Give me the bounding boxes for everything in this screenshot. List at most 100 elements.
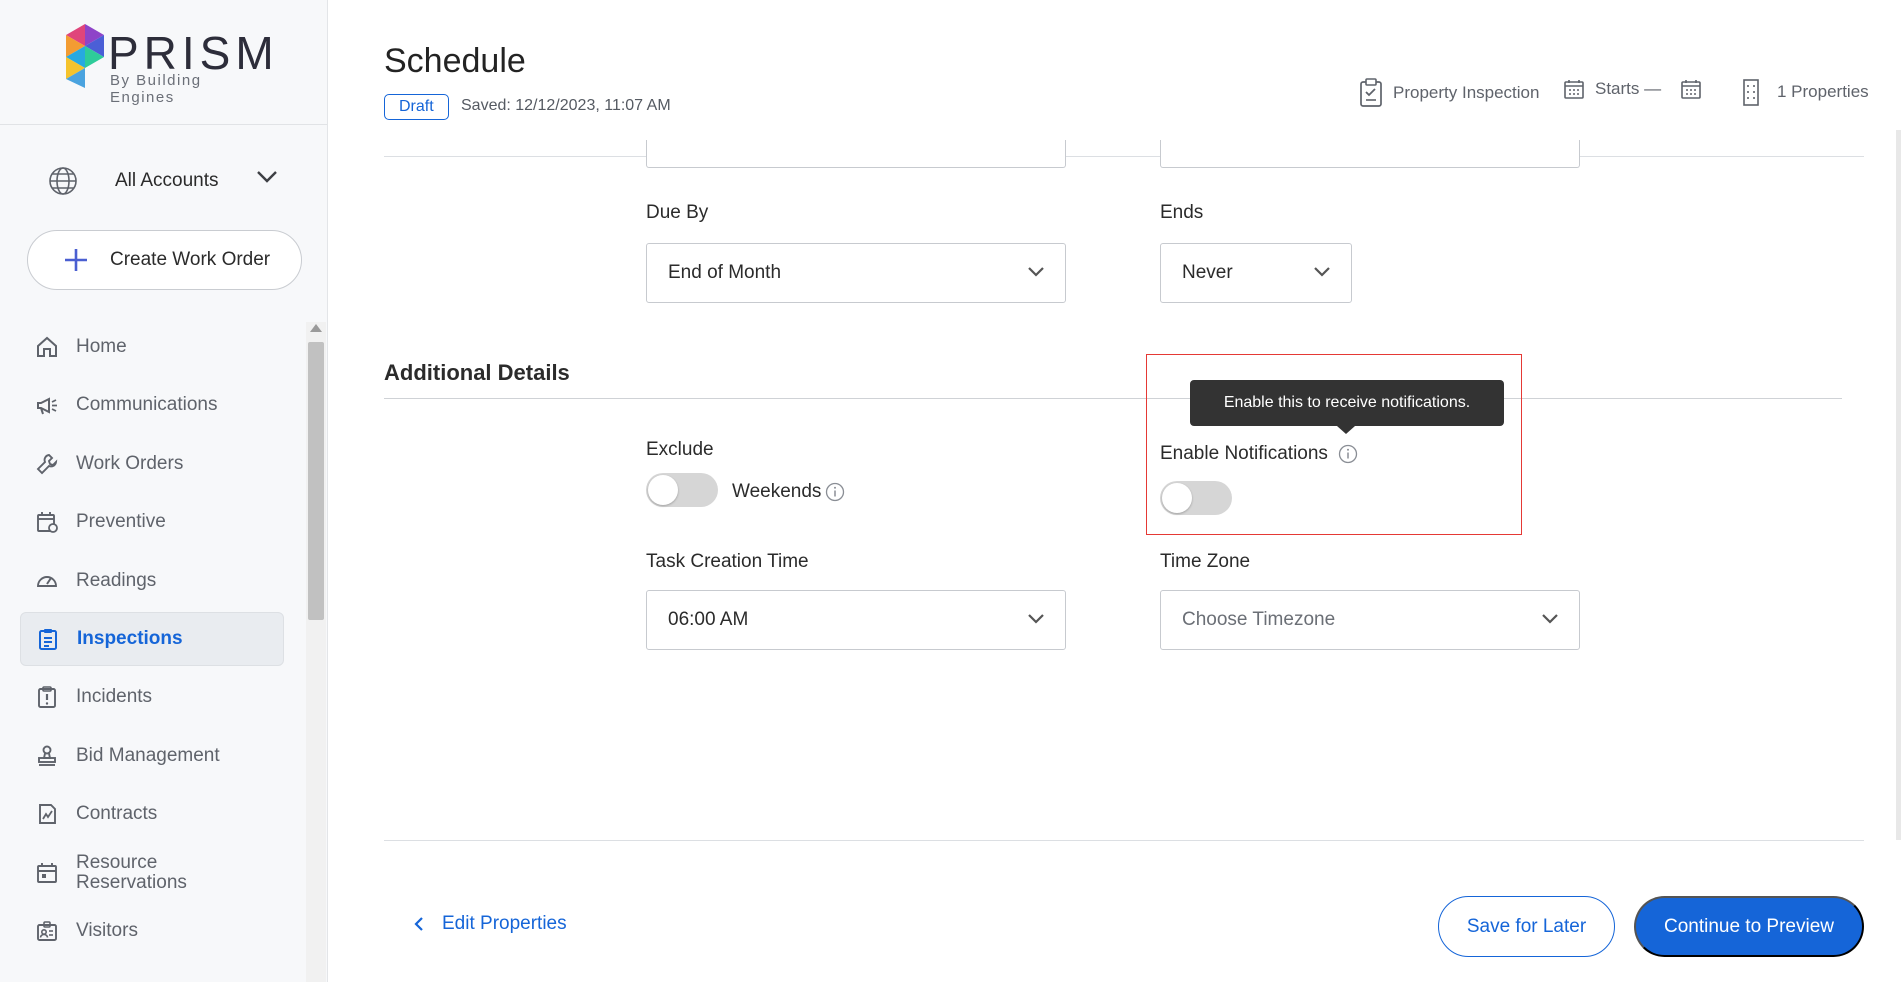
clipboard-icon	[35, 626, 61, 652]
enable-notifications-label: Enable Notifications	[1160, 443, 1328, 464]
sidebar-item-preventive[interactable]: Preventive	[20, 495, 284, 549]
saved-timestamp: Saved: 12/12/2023, 11:07 AM	[461, 97, 671, 114]
account-selector[interactable]: All Accounts	[48, 160, 288, 202]
time-zone-label: Time Zone	[1160, 551, 1251, 572]
meta-ends	[1680, 78, 1712, 100]
sidebar-item-readings[interactable]: Readings	[20, 554, 284, 608]
ends-select[interactable]: Never	[1160, 243, 1352, 303]
prism-logo-mark-icon	[66, 24, 104, 88]
brand-tagline: By Building Engines	[110, 72, 202, 106]
exclude-weekends-toggle[interactable]	[646, 473, 718, 507]
sidebar-item-bid-management[interactable]: Bid Management	[20, 729, 284, 783]
wrench-icon	[34, 451, 60, 477]
sidebar-item-label: Preventive	[76, 511, 166, 533]
sidebar-item-inspections[interactable]: Inspections	[20, 611, 284, 666]
inspection-type-text: Property Inspection	[1393, 83, 1540, 102]
starts-text: Starts —	[1595, 79, 1662, 98]
info-icon[interactable]	[825, 482, 845, 502]
chevron-left-icon	[414, 917, 423, 931]
time-zone-select[interactable]: Choose Timezone	[1160, 590, 1580, 650]
alert-clipboard-icon	[34, 684, 60, 710]
plus-icon	[65, 249, 87, 271]
chevron-down-icon	[257, 171, 277, 183]
sidebar-item-label: Communications	[76, 394, 218, 416]
section-divider	[384, 398, 1842, 399]
toggle-knob	[1162, 483, 1192, 513]
tooltip-arrow	[1337, 426, 1355, 434]
sidebar-item-work-orders[interactable]: Work Orders	[20, 437, 284, 491]
account-selector-label: All Accounts	[115, 170, 219, 191]
stamp-icon	[34, 743, 60, 769]
enable-notifications-toggle[interactable]	[1160, 481, 1232, 515]
sidebar-item-label: Incidents	[76, 686, 153, 708]
calendar-icon	[34, 860, 60, 886]
task-creation-time-value: 06:00 AM	[668, 609, 749, 630]
app-window: PRISM By Building Engines All Accounts C…	[0, 0, 1901, 982]
sidebar-nav: Home Communications Work Orders Preventi…	[20, 320, 284, 962]
status-badge: Draft	[384, 94, 449, 120]
meta-inspection-type: Property Inspection	[1359, 78, 1539, 108]
edit-properties-link[interactable]: Edit Properties	[414, 913, 567, 935]
notifications-tooltip: Enable this to receive notifications.	[1190, 380, 1504, 426]
task-creation-time-label: Task Creation Time	[646, 551, 809, 572]
page-title: Schedule	[384, 42, 526, 80]
sidebar-item-label: Work Orders	[76, 452, 184, 474]
sidebar-item-home[interactable]: Home	[20, 320, 284, 374]
scrolled-input-left[interactable]	[646, 140, 1066, 168]
weekends-label: Weekends	[732, 481, 822, 502]
sidebar-item-label: Resource Reservations	[76, 851, 187, 893]
main-content: Schedule Draft Saved: 12/12/2023, 11:07 …	[328, 0, 1901, 982]
sidebar-item-communications[interactable]: Communications	[20, 378, 284, 432]
sidebar-scrollbar[interactable]	[306, 322, 326, 982]
chevron-down-icon	[1028, 267, 1044, 277]
task-creation-time-select[interactable]: 06:00 AM	[646, 590, 1066, 650]
toggle-knob	[648, 475, 678, 505]
sidebar-item-incidents[interactable]: Incidents	[20, 670, 284, 724]
time-zone-placeholder: Choose Timezone	[1182, 609, 1336, 630]
sidebar-item-label: Readings	[76, 569, 157, 591]
sidebar-item-visitors[interactable]: Visitors	[20, 904, 284, 958]
building-icon	[1741, 78, 1761, 106]
clipboard-check-icon	[1359, 78, 1383, 108]
gauge-icon	[34, 568, 60, 594]
continue-to-preview-button[interactable]: Continue to Preview	[1634, 896, 1864, 957]
scrolled-input-right[interactable]	[1160, 140, 1580, 168]
sidebar-item-label: Inspections	[77, 627, 183, 649]
sidebar-item-label: Bid Management	[76, 744, 220, 766]
calendar-icon	[1563, 78, 1585, 100]
exclude-label: Exclude	[646, 439, 714, 460]
badge-icon	[34, 918, 60, 944]
sidebar-divider	[0, 124, 327, 125]
scroll-up-arrow-icon[interactable]	[310, 324, 322, 332]
sidebar-item-resource-reservations[interactable]: Resource Reservations	[20, 846, 284, 900]
due-by-select[interactable]: End of Month	[646, 243, 1066, 303]
ends-value: Never	[1182, 262, 1233, 283]
footer-divider	[384, 840, 1864, 841]
sidebar-item-contracts[interactable]: Contracts	[20, 787, 284, 841]
info-icon[interactable]	[1338, 444, 1358, 464]
sidebar-item-label: Visitors	[76, 919, 138, 941]
save-for-later-button[interactable]: Save for Later	[1438, 896, 1615, 957]
home-icon	[34, 334, 60, 360]
header-divider	[384, 156, 1864, 157]
ends-label: Ends	[1160, 202, 1204, 223]
sidebar-scroll-thumb[interactable]	[308, 342, 324, 620]
due-by-label: Due By	[646, 202, 709, 223]
contract-icon	[34, 801, 60, 827]
create-work-order-button[interactable]: Create Work Order	[27, 230, 302, 290]
sidebar-item-label: Home	[76, 336, 127, 357]
due-by-value: End of Month	[668, 262, 782, 283]
megaphone-icon	[34, 392, 60, 418]
main-scrollbar[interactable]	[1896, 130, 1901, 840]
calendar-icon	[1680, 78, 1702, 100]
create-work-order-label: Create Work Order	[110, 249, 271, 270]
prism-logo[interactable]: PRISM By Building Engines	[66, 22, 274, 106]
sidebar: PRISM By Building Engines All Accounts C…	[0, 0, 328, 982]
additional-details-heading: Additional Details	[384, 360, 570, 385]
calendar-refresh-icon	[34, 509, 60, 535]
meta-starts: Starts —	[1563, 78, 1661, 100]
chevron-down-icon	[1542, 614, 1558, 624]
chevron-down-icon	[1028, 614, 1044, 624]
properties-count-text: 1 Properties	[1777, 82, 1869, 101]
edit-properties-label: Edit Properties	[442, 913, 567, 934]
